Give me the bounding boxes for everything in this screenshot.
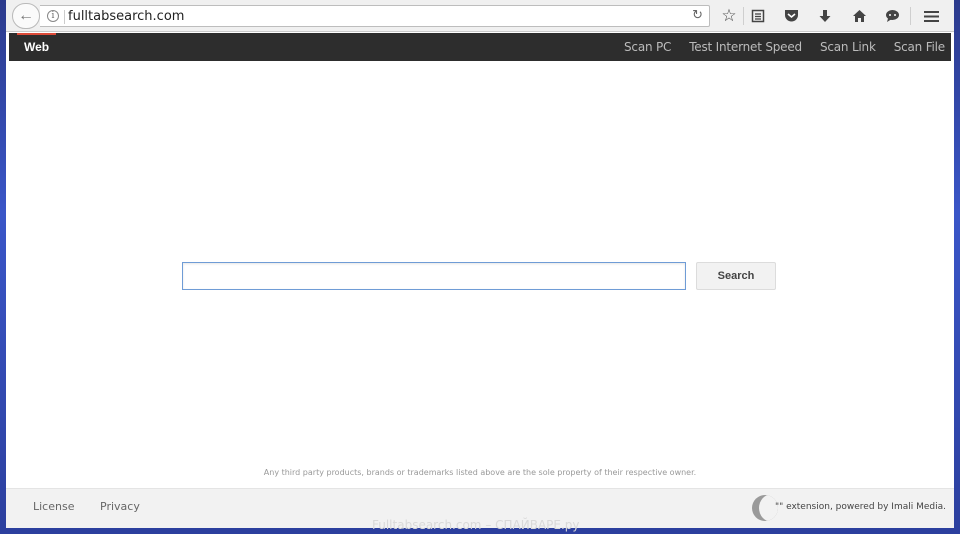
back-button[interactable]: ← (12, 3, 40, 29)
powered-by-text: "" extension, powered by Imali Media. (774, 502, 946, 512)
tab-web[interactable]: Web (17, 33, 57, 61)
reload-icon[interactable]: ↻ (692, 8, 703, 23)
search-input[interactable] (182, 262, 686, 290)
nav-link-test-internet-speed[interactable]: Test Internet Speed (689, 33, 802, 61)
home-icon[interactable] (848, 5, 870, 27)
address-bar[interactable]: i fulltabsearch.com ↻ (40, 5, 710, 27)
reading-list-icon[interactable] (747, 5, 769, 27)
browser-toolbar: ← i fulltabsearch.com ↻ ☆ (6, 0, 954, 32)
hamburger-menu-icon[interactable] (920, 5, 942, 27)
toolbar-divider (743, 7, 744, 25)
site-navbar: Web Scan PC Test Internet Speed Scan Lin… (9, 33, 951, 61)
bookmark-star-icon[interactable]: ☆ (718, 5, 740, 27)
privacy-link[interactable]: Privacy (100, 500, 140, 513)
toolbar-divider (910, 7, 911, 25)
url-divider (64, 10, 65, 24)
browser-window: ← i fulltabsearch.com ↻ ☆ Web Scan PC Te… (6, 0, 954, 528)
nav-link-scan-file[interactable]: Scan File (894, 33, 945, 61)
chat-icon[interactable] (881, 5, 903, 27)
license-link[interactable]: License (33, 500, 74, 513)
back-arrow-icon: ← (18, 7, 34, 24)
info-icon[interactable]: i (47, 10, 59, 22)
disclaimer-text: Any third party products, brands or trad… (263, 468, 697, 477)
watermark: Fulltabsearch.com – СПАЙВАРЕ.ру (372, 518, 580, 532)
nav-links: Scan PC Test Internet Speed Scan Link Sc… (606, 33, 945, 61)
nav-link-scan-link[interactable]: Scan Link (820, 33, 876, 61)
url-text[interactable]: fulltabsearch.com (68, 9, 184, 24)
download-icon[interactable] (814, 5, 836, 27)
nav-link-scan-pc[interactable]: Scan PC (624, 33, 671, 61)
search-button[interactable]: Search (696, 262, 776, 290)
pocket-icon[interactable] (780, 5, 802, 27)
